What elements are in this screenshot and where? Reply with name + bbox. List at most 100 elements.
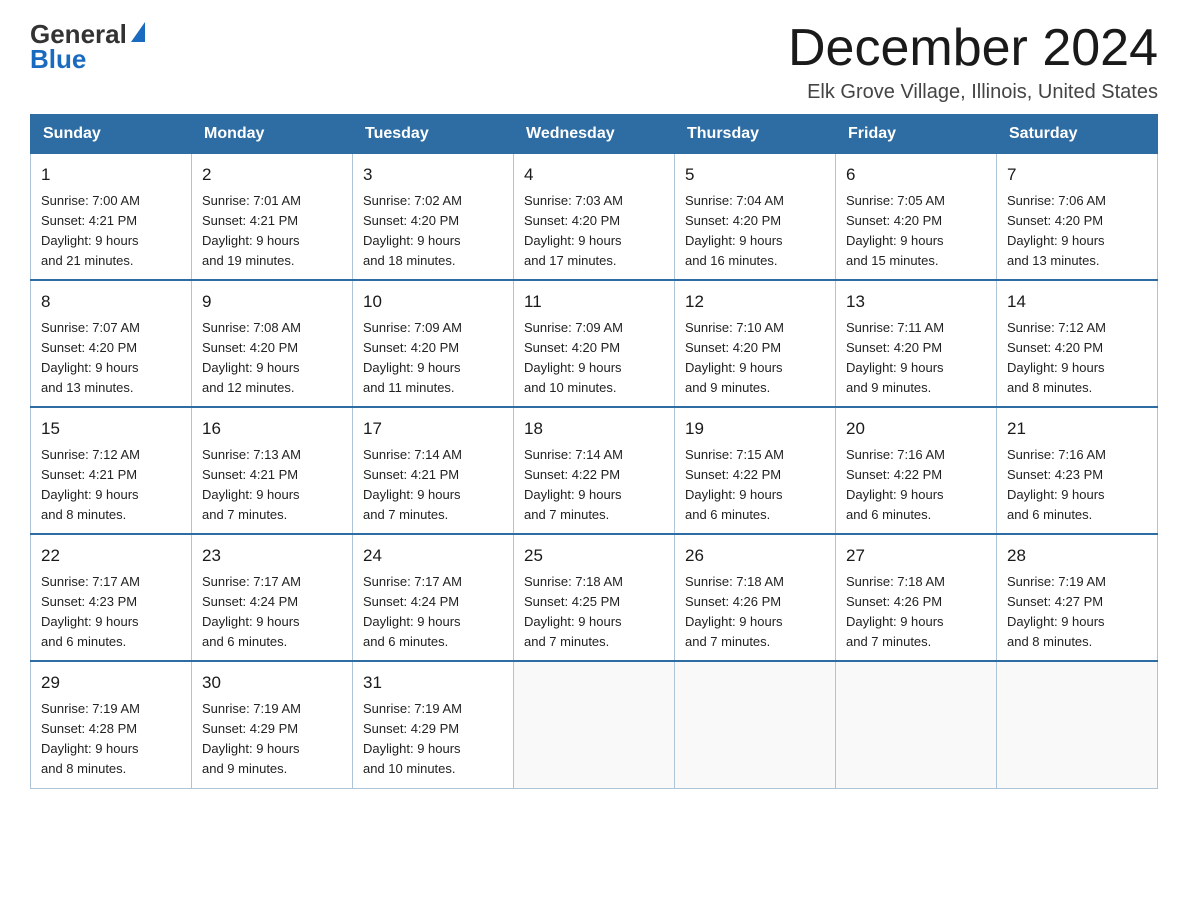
day-info: Sunrise: 7:17 AMSunset: 4:23 PMDaylight:… — [41, 574, 140, 649]
day-info: Sunrise: 7:10 AMSunset: 4:20 PMDaylight:… — [685, 320, 784, 395]
day-info: Sunrise: 7:14 AMSunset: 4:22 PMDaylight:… — [524, 447, 623, 522]
day-info: Sunrise: 7:03 AMSunset: 4:20 PMDaylight:… — [524, 193, 623, 268]
day-info: Sunrise: 7:18 AMSunset: 4:25 PMDaylight:… — [524, 574, 623, 649]
day-number: 30 — [202, 670, 342, 696]
calendar-week-row: 1Sunrise: 7:00 AMSunset: 4:21 PMDaylight… — [31, 154, 1158, 281]
table-row: 13 Sunrise: 7:11 AMSunset: 4:20 PMDayligh… — [836, 280, 997, 407]
day-info: Sunrise: 7:02 AMSunset: 4:20 PMDaylight:… — [363, 193, 462, 268]
table-row: 20 Sunrise: 7:16 AMSunset: 4:22 PMDayligh… — [836, 407, 997, 534]
calendar-week-row: 15 Sunrise: 7:12 AMSunset: 4:21 PMDayligh… — [31, 407, 1158, 534]
col-monday: Monday — [192, 115, 353, 154]
table-row: 21 Sunrise: 7:16 AMSunset: 4:23 PMDayligh… — [997, 407, 1158, 534]
table-row: 2Sunrise: 7:01 AMSunset: 4:21 PMDaylight… — [192, 154, 353, 281]
day-info: Sunrise: 7:15 AMSunset: 4:22 PMDaylight:… — [685, 447, 784, 522]
table-row: 25 Sunrise: 7:18 AMSunset: 4:25 PMDayligh… — [514, 534, 675, 661]
col-tuesday: Tuesday — [353, 115, 514, 154]
table-row: 5Sunrise: 7:04 AMSunset: 4:20 PMDaylight… — [675, 154, 836, 281]
day-info: Sunrise: 7:08 AMSunset: 4:20 PMDaylight:… — [202, 320, 301, 395]
table-row: 11 Sunrise: 7:09 AMSunset: 4:20 PMDayligh… — [514, 280, 675, 407]
day-number: 28 — [1007, 543, 1147, 569]
day-number: 14 — [1007, 289, 1147, 315]
table-row: 26 Sunrise: 7:18 AMSunset: 4:26 PMDayligh… — [675, 534, 836, 661]
table-row: 23 Sunrise: 7:17 AMSunset: 4:24 PMDayligh… — [192, 534, 353, 661]
col-saturday: Saturday — [997, 115, 1158, 154]
table-row — [675, 661, 836, 788]
day-number: 31 — [363, 670, 503, 696]
calendar-week-row: 22 Sunrise: 7:17 AMSunset: 4:23 PMDayligh… — [31, 534, 1158, 661]
day-info: Sunrise: 7:05 AMSunset: 4:20 PMDaylight:… — [846, 193, 945, 268]
day-info: Sunrise: 7:14 AMSunset: 4:21 PMDaylight:… — [363, 447, 462, 522]
day-info: Sunrise: 7:09 AMSunset: 4:20 PMDaylight:… — [524, 320, 623, 395]
day-info: Sunrise: 7:12 AMSunset: 4:20 PMDaylight:… — [1007, 320, 1106, 395]
day-info: Sunrise: 7:06 AMSunset: 4:20 PMDaylight:… — [1007, 193, 1106, 268]
day-number: 6 — [846, 162, 986, 188]
table-row: 3 Sunrise: 7:02 AMSunset: 4:20 PMDaylight… — [353, 154, 514, 281]
table-row: 7 Sunrise: 7:06 AMSunset: 4:20 PMDaylight… — [997, 154, 1158, 281]
col-thursday: Thursday — [675, 115, 836, 154]
day-number: 26 — [685, 543, 825, 569]
table-row: 14 Sunrise: 7:12 AMSunset: 4:20 PMDayligh… — [997, 280, 1158, 407]
day-info: Sunrise: 7:00 AMSunset: 4:21 PMDaylight:… — [41, 193, 140, 268]
day-number: 17 — [363, 416, 503, 442]
day-info: Sunrise: 7:11 AMSunset: 4:20 PMDaylight:… — [846, 320, 944, 395]
table-row: 19 Sunrise: 7:15 AMSunset: 4:22 PMDayligh… — [675, 407, 836, 534]
table-row: 15 Sunrise: 7:12 AMSunset: 4:21 PMDayligh… — [31, 407, 192, 534]
day-info: Sunrise: 7:18 AMSunset: 4:26 PMDaylight:… — [685, 574, 784, 649]
day-number: 29 — [41, 670, 181, 696]
day-info: Sunrise: 7:18 AMSunset: 4:26 PMDaylight:… — [846, 574, 945, 649]
day-info: Sunrise: 7:13 AMSunset: 4:21 PMDaylight:… — [202, 447, 301, 522]
day-number: 16 — [202, 416, 342, 442]
table-row: 24 Sunrise: 7:17 AMSunset: 4:24 PMDayligh… — [353, 534, 514, 661]
day-number: 18 — [524, 416, 664, 442]
day-number: 4 — [524, 162, 664, 188]
logo-blue-text: Blue — [30, 45, 86, 74]
day-info: Sunrise: 7:12 AMSunset: 4:21 PMDaylight:… — [41, 447, 140, 522]
day-number: 8 — [41, 289, 181, 315]
calendar-table: Sunday Monday Tuesday Wednesday Thursday… — [30, 114, 1158, 788]
header-area: General Blue December 2024 Elk Grove Vil… — [30, 20, 1158, 104]
day-number: 21 — [1007, 416, 1147, 442]
table-row: 9 Sunrise: 7:08 AMSunset: 4:20 PMDaylight… — [192, 280, 353, 407]
col-wednesday: Wednesday — [514, 115, 675, 154]
day-number: 19 — [685, 416, 825, 442]
table-row: 31 Sunrise: 7:19 AMSunset: 4:29 PMDayligh… — [353, 661, 514, 788]
title-area: December 2024 Elk Grove Village, Illinoi… — [788, 20, 1158, 104]
day-number: 9 — [202, 289, 342, 315]
day-info: Sunrise: 7:19 AMSunset: 4:29 PMDaylight:… — [363, 701, 462, 776]
day-number: 20 — [846, 416, 986, 442]
table-row: 16 Sunrise: 7:13 AMSunset: 4:21 PMDayligh… — [192, 407, 353, 534]
day-info: Sunrise: 7:19 AMSunset: 4:29 PMDaylight:… — [202, 701, 301, 776]
day-number: 12 — [685, 289, 825, 315]
day-info: Sunrise: 7:07 AMSunset: 4:20 PMDaylight:… — [41, 320, 140, 395]
day-number: 13 — [846, 289, 986, 315]
table-row: 1Sunrise: 7:00 AMSunset: 4:21 PMDaylight… — [31, 154, 192, 281]
day-number: 24 — [363, 543, 503, 569]
logo: General Blue — [30, 20, 145, 73]
table-row: 6 Sunrise: 7:05 AMSunset: 4:20 PMDaylight… — [836, 154, 997, 281]
day-info: Sunrise: 7:09 AMSunset: 4:20 PMDaylight:… — [363, 320, 462, 395]
day-info: Sunrise: 7:16 AMSunset: 4:23 PMDaylight:… — [1007, 447, 1106, 522]
table-row: 12 Sunrise: 7:10 AMSunset: 4:20 PMDayligh… — [675, 280, 836, 407]
table-row: 27Sunrise: 7:18 AMSunset: 4:26 PMDayligh… — [836, 534, 997, 661]
calendar-week-row: 29 Sunrise: 7:19 AMSunset: 4:28 PMDayligh… — [31, 661, 1158, 788]
day-number: 11 — [524, 289, 664, 315]
day-info: Sunrise: 7:17 AMSunset: 4:24 PMDaylight:… — [202, 574, 301, 649]
month-title: December 2024 — [788, 20, 1158, 77]
day-number: 25 — [524, 543, 664, 569]
day-number: 22 — [41, 543, 181, 569]
day-number: 15 — [41, 416, 181, 442]
table-row: 22 Sunrise: 7:17 AMSunset: 4:23 PMDayligh… — [31, 534, 192, 661]
day-info: Sunrise: 7:19 AMSunset: 4:28 PMDaylight:… — [41, 701, 140, 776]
logo-triangle-icon — [131, 22, 145, 42]
table-row: 29 Sunrise: 7:19 AMSunset: 4:28 PMDayligh… — [31, 661, 192, 788]
day-number: 23 — [202, 543, 342, 569]
day-info: Sunrise: 7:01 AMSunset: 4:21 PMDaylight:… — [202, 193, 301, 268]
col-friday: Friday — [836, 115, 997, 154]
day-info: Sunrise: 7:17 AMSunset: 4:24 PMDaylight:… — [363, 574, 462, 649]
day-number: 7 — [1007, 162, 1147, 188]
table-row — [997, 661, 1158, 788]
table-row: 10Sunrise: 7:09 AMSunset: 4:20 PMDayligh… — [353, 280, 514, 407]
col-sunday: Sunday — [31, 115, 192, 154]
day-number: 3 — [363, 162, 503, 188]
day-info: Sunrise: 7:16 AMSunset: 4:22 PMDaylight:… — [846, 447, 945, 522]
